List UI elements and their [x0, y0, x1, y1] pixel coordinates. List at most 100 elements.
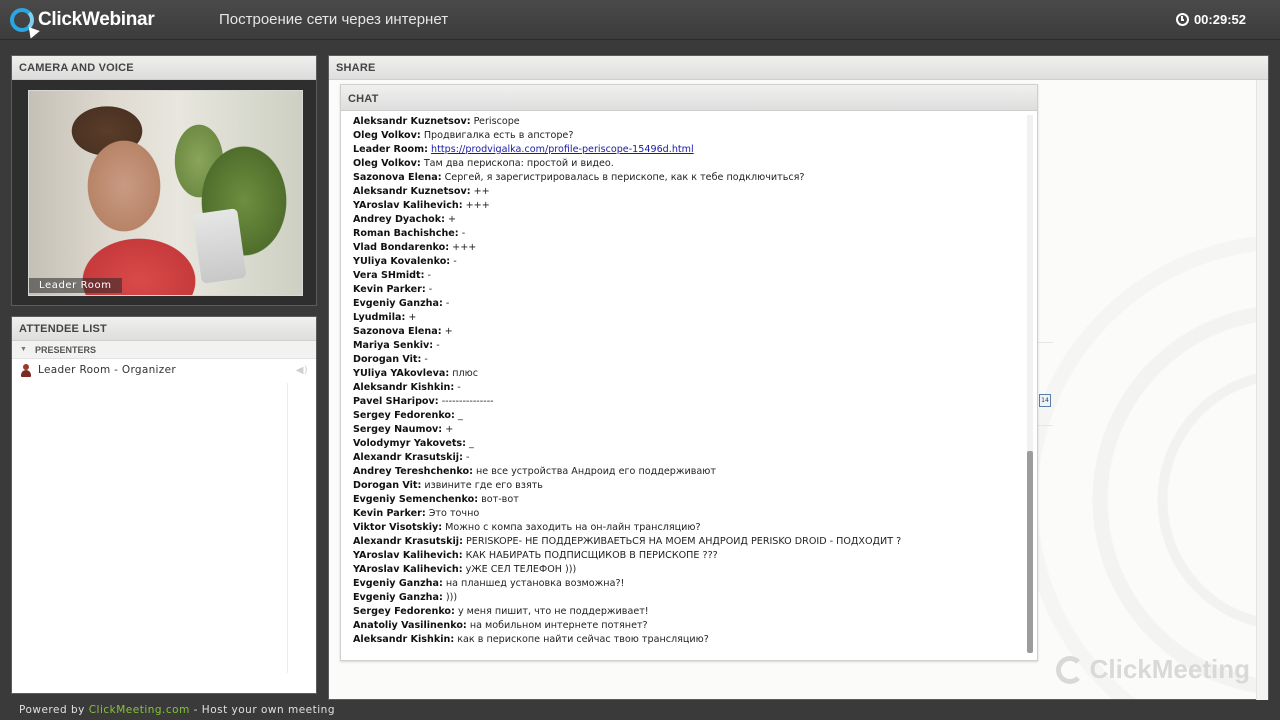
chat-message: Alexandr Krasutskij: - [353, 451, 1027, 465]
chat-text: на планшед установка возможна?! [445, 578, 625, 589]
chat-message: YUliya Kovalenko: - [353, 255, 1027, 269]
attendee-name: Leader Room - Organizer [38, 364, 176, 376]
chat-message: Evgeniy Ganzha: - [353, 297, 1027, 311]
chat-author: Sergey Fedorenko: [353, 410, 455, 421]
chat-message: Volodymyr Yakovets: _ [353, 437, 1027, 451]
chat-text: - [457, 382, 461, 393]
chat-author: YAroslav Kalihevich: [353, 564, 463, 575]
chat-author: Alexandr Krasutskij: [353, 536, 463, 547]
chat-author: Oleg Volkov: [353, 130, 421, 141]
chat-author: Pavel SHaripov: [353, 396, 439, 407]
footer-suffix: - Host your own meeting [189, 704, 335, 716]
chat-panel: CHAT Aleksandr Kuznetsov: Periscope Oleg … [340, 84, 1038, 661]
chat-text: как в перископе найти сейчас твою трансл… [457, 634, 709, 645]
chat-author: Aleksandr Kuznetsov: [353, 186, 471, 197]
chat-message: Andrey Tereshchenko: не все устройства А… [353, 465, 1027, 479]
timer-value: 00:29:52 [1193, 12, 1246, 27]
chat-author: Vera SHmidt: [353, 270, 425, 281]
chat-text: плюс [452, 368, 478, 379]
chat-message: Sergey Fedorenko: у меня пишит, что не п… [353, 605, 1027, 619]
chat-text: - [461, 228, 466, 239]
chat-message: Oleg Volkov: Продвигалка есть в апсторе? [353, 129, 1027, 143]
chat-message: Aleksandr Kuznetsov: ++ [353, 185, 1027, 199]
clickmeeting-logo-icon [1055, 655, 1084, 684]
chat-author: Alexandr Krasutskij: [353, 452, 463, 463]
chat-scroll-thumb[interactable] [1027, 451, 1033, 653]
chat-message: Andrey Dyachok: + [353, 213, 1027, 227]
chat-author: YUliya YAkovleva: [353, 368, 450, 379]
attendee-panel-header: ATTENDEE LIST [12, 317, 316, 341]
chat-message: Sazonova Elena: + [353, 325, 1027, 339]
video-feed[interactable]: Leader Room [28, 90, 303, 296]
chat-text: - [465, 452, 470, 463]
camera-panel: CAMERA AND VOICE Leader Room [11, 55, 317, 306]
chat-message: Evgeniy Semenchenko: вот-вот [353, 493, 1027, 507]
chat-message: Vera SHmidt: - [353, 269, 1027, 283]
chat-message: YAroslav Kalihevich: +++ [353, 199, 1027, 213]
chat-text: Там два перископа: простой и видео. [423, 158, 614, 169]
chat-text: _ [469, 438, 474, 449]
session-timer: 00:29:52 [1175, 12, 1246, 27]
chat-author: YAroslav Kalihevich: [353, 200, 463, 211]
speaker-icon[interactable]: ◀) [296, 365, 308, 376]
chat-message: Pavel SHaripov: --------------- [353, 395, 1027, 409]
chat-text: не все устройства Андроид его поддержива… [475, 466, 716, 477]
chat-author: Evgeniy Ganzha: [353, 592, 443, 603]
chat-author: YAroslav Kalihevich: [353, 550, 463, 561]
collapse-triangle-icon[interactable]: ▼ [20, 345, 27, 358]
calendar-icon[interactable]: 14 [1039, 394, 1051, 407]
share-panel-header: SHARE [329, 56, 1268, 80]
chat-message: YAroslav Kalihevich: уЖЕ СЕЛ ТЕЛЕФОН ))) [353, 563, 1027, 577]
clickwebinar-logo-icon [10, 8, 34, 32]
presenters-group[interactable]: ▼ PRESENTERS [12, 341, 316, 359]
chat-text: уЖЕ СЕЛ ТЕЛЕФОН ))) [465, 564, 577, 575]
chat-text: Можно с компа заходить на он-лайн трансл… [445, 522, 701, 533]
video-phone-shape [192, 208, 247, 284]
chat-message: YUliya YAkovleva: плюс [353, 367, 1027, 381]
attendee-item[interactable]: Leader Room - Organizer ◀) [12, 359, 316, 381]
chat-message: Aleksandr Kishkin: как в перископе найти… [353, 633, 1027, 647]
chat-message: Lyudmila: + [353, 311, 1027, 325]
chat-text: ++ [473, 186, 490, 197]
app-logo: ClickWebinar [10, 7, 155, 33]
share-panel: SHARE 14 CHAT Aleksandr Kuznetsov: Peris… [328, 55, 1269, 700]
chat-message: Roman Bachishche: - [353, 227, 1027, 241]
chat-author: Viktor Visotskiy: [353, 522, 443, 533]
person-icon [20, 363, 32, 377]
chat-author: Evgeniy Semenchenko: [353, 494, 479, 505]
chat-message: Vlad Bondarenko: +++ [353, 241, 1027, 255]
watermark-text: ClickMeeting [1089, 654, 1250, 684]
chat-messages[interactable]: Aleksandr Kuznetsov: Periscope Oleg Volko… [341, 115, 1027, 654]
chat-message: Aleksandr Kuznetsov: Periscope [353, 115, 1027, 129]
video-label: Leader Room [29, 278, 122, 293]
chat-text: КАК НАБИРАТЬ ПОДПИСЩИКОВ В ПЕРИСКОПЕ ??? [465, 550, 718, 561]
chat-text: --------------- [441, 396, 494, 407]
chat-text: + [444, 326, 453, 337]
chat-author: Mariya Senkiv: [353, 340, 434, 351]
chat-message: YAroslav Kalihevich: КАК НАБИРАТЬ ПОДПИС… [353, 549, 1027, 563]
chat-author: Dorogan Vit: [353, 354, 422, 365]
chat-text: - [428, 284, 433, 295]
meeting-title: Построение сети через интернет [219, 11, 449, 28]
chat-message: Kevin Parker: Это точно [353, 507, 1027, 521]
footer-link[interactable]: ClickMeeting.com [89, 704, 190, 716]
chat-text: - [424, 354, 428, 365]
chat-message: Sergey Fedorenko: _ [353, 409, 1027, 423]
chat-author: YUliya Kovalenko: [353, 256, 451, 267]
chat-text: + [448, 214, 457, 225]
chat-author: Aleksandr Kishkin: [353, 382, 455, 393]
chat-message: Evgeniy Ganzha: на планшед установка воз… [353, 577, 1027, 591]
chat-text: Сергей, я зарегистрировалась в перископе… [444, 172, 805, 183]
chat-author: Vlad Bondarenko: [353, 242, 450, 253]
chat-message: Mariya Senkiv: - [353, 339, 1027, 353]
chat-author: Sergey Fedorenko: [353, 606, 455, 617]
chat-author: Anatoliy Vasilinenko: [353, 620, 467, 631]
chat-message: Sergey Naumov: + [353, 423, 1027, 437]
chat-text: вот-вот [481, 494, 519, 505]
attendee-column-divider [287, 383, 288, 673]
clickmeeting-watermark: ClickMeeting [1055, 654, 1250, 685]
chat-message: Sazonova Elena: Сергей, я зарегистрирова… [353, 171, 1027, 185]
chat-message: Viktor Visotskiy: Можно с компа заходить… [353, 521, 1027, 535]
chat-link[interactable]: https://prodvigalka.com/profile-periscop… [431, 144, 694, 155]
share-scrollbar[interactable] [1256, 80, 1268, 700]
